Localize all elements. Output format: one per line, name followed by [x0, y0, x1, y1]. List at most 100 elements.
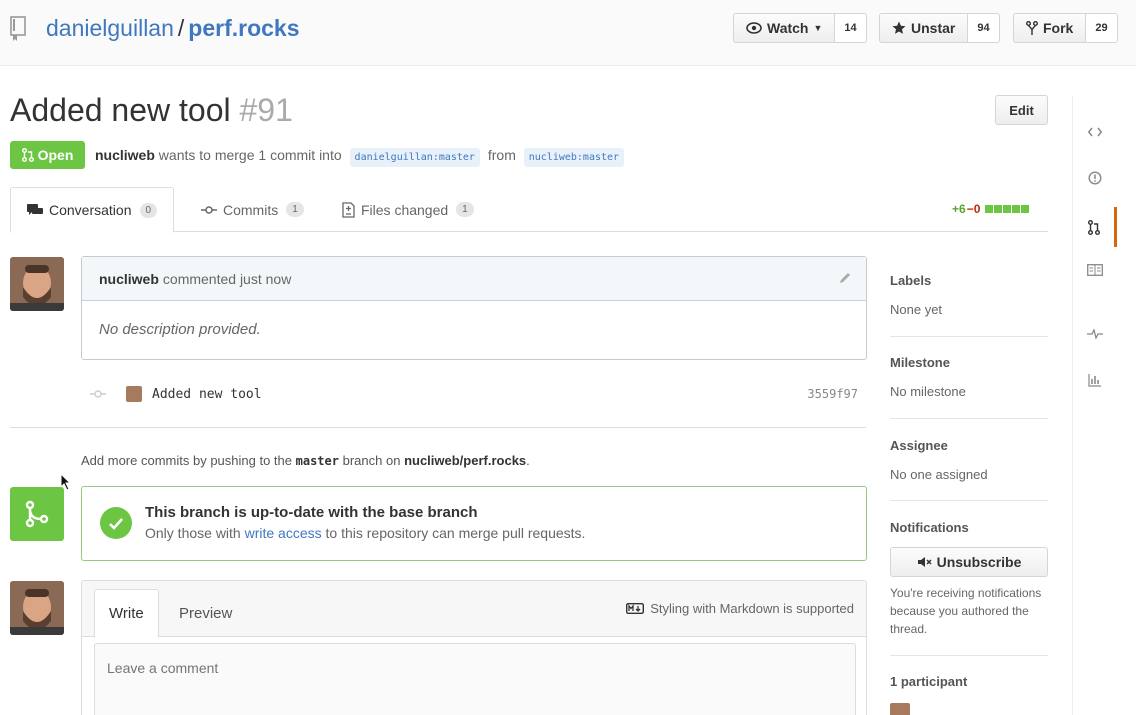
edit-title-button[interactable]: Edit: [995, 95, 1048, 125]
pr-icon: [1087, 219, 1100, 235]
participant-avatar[interactable]: [890, 703, 910, 715]
sidebar-notifications: Notifications: [890, 520, 1048, 535]
check-icon: [100, 507, 132, 539]
comment-box: nucliweb commented just now No descripti…: [81, 256, 867, 360]
comment-header: nucliweb commented just now: [82, 257, 866, 301]
notifications-text: You're receiving notifications because y…: [890, 586, 1042, 636]
labels-heading: Labels: [890, 273, 932, 288]
tab-commits-count: 1: [286, 202, 304, 217]
tab-files-changed-count: 1: [456, 202, 474, 217]
markdown-hint-text: Styling with Markdown is supported: [650, 601, 854, 616]
diffstat-additions: +6: [952, 202, 966, 216]
unstar-button[interactable]: Unstar: [879, 13, 969, 43]
merge-sub-suffix: to this repository can merge pull reques…: [325, 525, 586, 541]
nav-wiki[interactable]: [1073, 250, 1117, 290]
pr-icon: [21, 148, 34, 162]
notifications-heading: Notifications: [890, 520, 969, 535]
assignee-heading: Assignee: [890, 438, 948, 453]
comment-body: No description provided.: [99, 321, 261, 338]
push-hint-prefix: Add more commits by pushing to the: [81, 453, 292, 468]
fork-label: Fork: [1043, 20, 1074, 36]
repo-nav: [1072, 96, 1117, 715]
write-access-link[interactable]: write access: [245, 525, 322, 541]
unsubscribe-label: Unsubscribe: [936, 554, 1022, 570]
nav-issues[interactable]: [1073, 158, 1117, 198]
milestone-value: No milestone: [890, 384, 966, 399]
issue-icon: [1088, 171, 1102, 185]
repo-title: danielguillan / perf.rocks: [46, 15, 300, 42]
star-icon: [892, 21, 906, 34]
nav-pull-requests[interactable]: [1073, 207, 1117, 247]
new-comment-form: Write Preview Styling with Markdown is s…: [81, 580, 867, 715]
unsubscribe-button[interactable]: Unsubscribe: [890, 547, 1048, 577]
comment-author-link[interactable]: nucliweb: [99, 271, 159, 287]
mute-icon: [917, 557, 932, 567]
assignee-value: No one assigned: [890, 467, 988, 482]
merge-status-title: This branch is up-to-date with the base …: [145, 504, 478, 521]
pr-title-text: Added new tool: [10, 92, 231, 128]
watch-button[interactable]: Watch ▼: [733, 13, 836, 43]
push-hint-repo-link[interactable]: nucliweb/perf.rocks: [404, 453, 526, 468]
watch-count[interactable]: 14: [835, 13, 867, 43]
star-count[interactable]: 94: [968, 13, 1000, 43]
repo-name-link[interactable]: perf.rocks: [188, 15, 299, 41]
commit-avatar[interactable]: [126, 386, 142, 402]
head-branch[interactable]: nucliweb:master: [523, 148, 625, 167]
push-hint: Add more commits by pushing to the maste…: [81, 453, 530, 468]
nav-pulse[interactable]: [1073, 314, 1117, 354]
commit-message-link[interactable]: Added new tool: [152, 387, 262, 402]
tab-conversation[interactable]: Conversation 0: [10, 187, 175, 233]
chevron-down-icon: ▼: [813, 23, 823, 33]
repo-separator: /: [177, 15, 185, 41]
tab-conversation-label: Conversation: [49, 202, 132, 218]
merge-status-icon: [10, 487, 64, 541]
sidebar-assignee[interactable]: Assignee No one assigned: [890, 438, 1048, 482]
tab-write[interactable]: Write: [94, 589, 159, 638]
markdown-hint[interactable]: Styling with Markdown is supported: [626, 601, 854, 616]
avatar-image: [10, 581, 64, 635]
fork-button[interactable]: Fork: [1013, 13, 1087, 43]
nav-code[interactable]: [1073, 112, 1117, 152]
avatar[interactable]: [10, 581, 64, 635]
sidebar-labels[interactable]: Labels None yet: [890, 273, 1048, 317]
watch-group: Watch ▼ 14: [733, 13, 867, 43]
tab-preview[interactable]: Preview: [165, 589, 246, 638]
star-group: Unstar 94: [879, 13, 1000, 43]
pr-meta: nucliweb wants to merge 1 commit into da…: [95, 147, 628, 167]
commit-icon: [201, 205, 217, 214]
repo-owner-link[interactable]: danielguillan: [46, 15, 174, 41]
tab-files-changed[interactable]: Files changed 1: [342, 187, 474, 232]
commit-sha-link[interactable]: 3559f97: [807, 387, 858, 401]
book-icon: [1087, 264, 1103, 276]
sidebar-milestone[interactable]: Milestone No milestone: [890, 355, 1048, 399]
merge-sub-prefix: Only those with: [145, 525, 241, 541]
fork-icon: [1026, 20, 1038, 35]
unstar-label: Unstar: [911, 20, 956, 36]
nav-graphs[interactable]: [1073, 360, 1117, 400]
tab-commits[interactable]: Commits 1: [201, 187, 304, 232]
new-comment-tabs: Write Preview Styling with Markdown is s…: [82, 581, 866, 638]
avatar[interactable]: [10, 257, 64, 311]
milestone-heading: Milestone: [890, 355, 950, 370]
comment-textarea[interactable]: [94, 643, 856, 715]
pr-tabs: Conversation 0 Commits 1 Files changed 1: [10, 187, 1048, 233]
commit-row: Added new tool 3559f97: [90, 380, 866, 408]
eye-icon: [746, 22, 762, 34]
pencil-icon[interactable]: [838, 271, 852, 285]
fork-count[interactable]: 29: [1086, 13, 1118, 43]
diffstat-deletions: −0: [966, 202, 981, 216]
tab-commits-label: Commits: [223, 201, 279, 218]
pr-meta-text: wants to merge 1 commit into: [158, 147, 342, 163]
diffstat[interactable]: +6 −0: [952, 202, 1030, 216]
base-branch[interactable]: danielguillan:master: [349, 148, 480, 167]
commit-icon: [90, 390, 106, 398]
push-hint-middle: branch on: [342, 453, 401, 468]
pr-state-label: Open: [37, 147, 74, 163]
repo-header: danielguillan / perf.rocks Watch ▼ 14 Unst…: [0, 0, 1136, 66]
pr-author-link[interactable]: nucliweb: [95, 147, 155, 163]
tab-conversation-count: 0: [139, 202, 158, 218]
comment-action: commented just now: [162, 270, 292, 287]
avatar-image: [10, 257, 64, 311]
fork-group: Fork 29: [1013, 13, 1118, 43]
pr-number: #91: [239, 92, 293, 128]
